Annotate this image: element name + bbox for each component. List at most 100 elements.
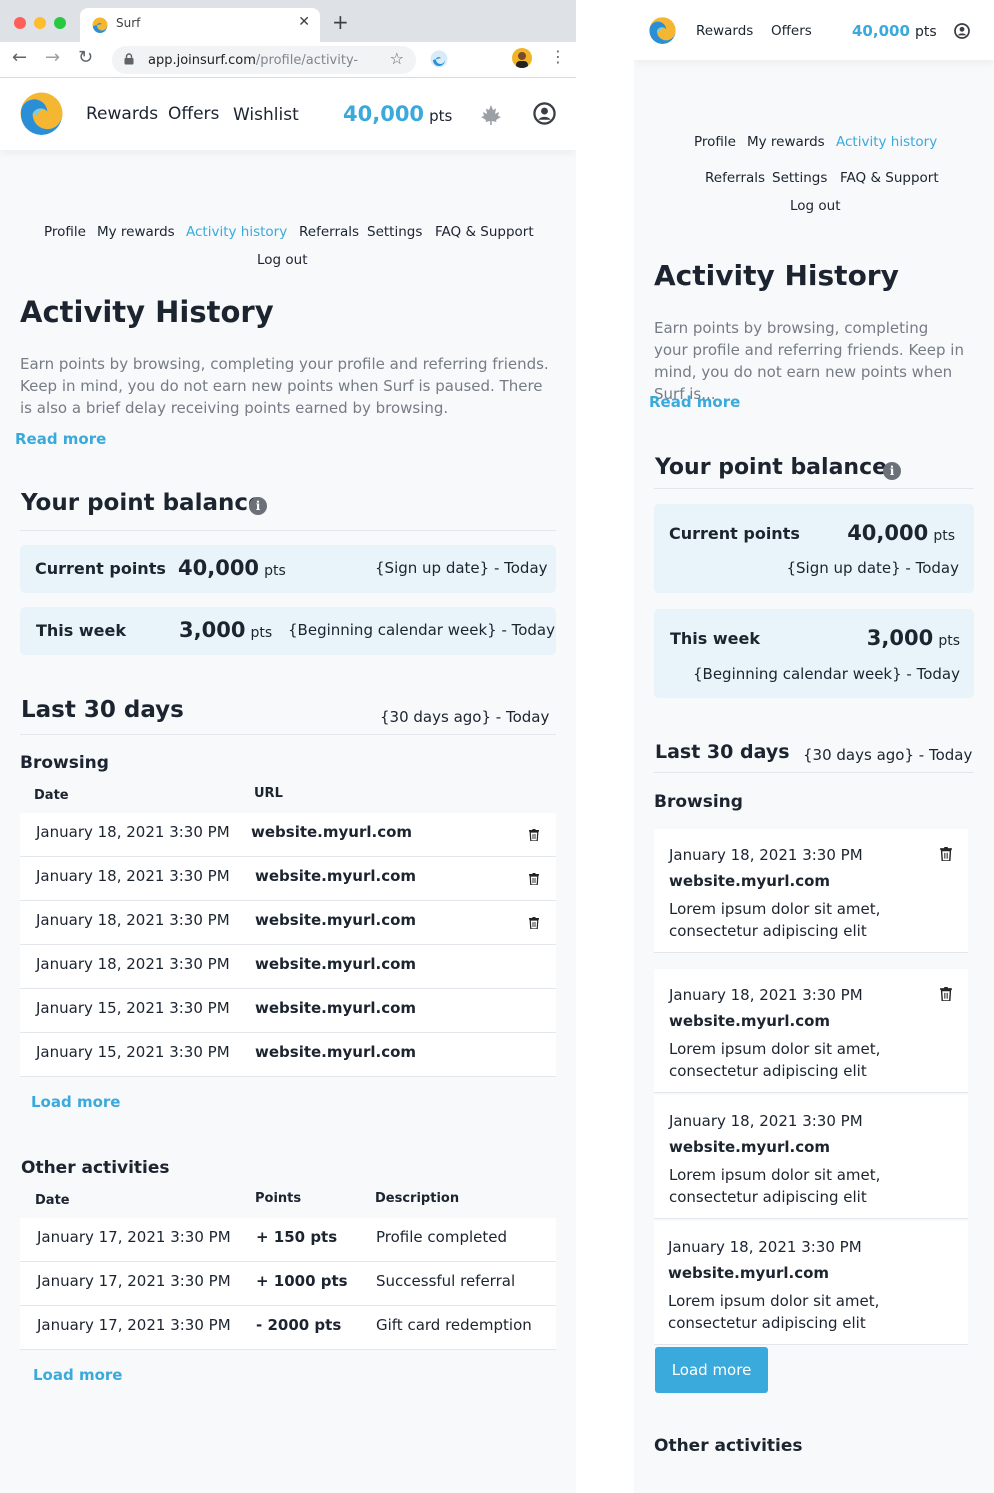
table-row: January 17, 2021 3:30 PM - 2000 pts Gift…: [20, 1306, 556, 1350]
tab-close-icon[interactable]: ✕: [298, 14, 310, 30]
row-url[interactable]: website.myurl.com: [251, 823, 412, 841]
this-week-label: This week: [36, 621, 127, 640]
row-description: Profile completed: [376, 1228, 507, 1246]
delete-icon[interactable]: [940, 987, 952, 1001]
row-description: Successful referral: [376, 1272, 516, 1290]
subnav-my-rewards[interactable]: My rewards: [97, 224, 175, 240]
reload-icon[interactable]: ↻: [78, 47, 93, 68]
mobile-nav-rewards[interactable]: Rewards: [696, 23, 753, 39]
delete-icon[interactable]: [940, 847, 952, 861]
surf-extension-icon[interactable]: [430, 50, 448, 68]
m-info-icon[interactable]: i: [883, 462, 901, 480]
back-icon[interactable]: ←: [12, 47, 27, 68]
m-subnav-my-rewards[interactable]: My rewards: [747, 134, 825, 150]
item-date: January 18, 2021 3:30 PM: [669, 846, 863, 864]
address-bar[interactable]: app.joinsurf.com/profile/activity- ☆: [112, 46, 416, 74]
nav-rewards[interactable]: Rewards: [86, 104, 158, 124]
row-url[interactable]: website.myurl.com: [255, 867, 416, 885]
delete-icon[interactable]: [529, 873, 539, 885]
item-url[interactable]: website.myurl.com: [669, 872, 830, 890]
new-tab-button[interactable]: +: [332, 10, 349, 34]
m-subnav-log-out[interactable]: Log out: [790, 198, 841, 214]
browser-tab[interactable]: Surf ✕: [80, 8, 320, 42]
row-url[interactable]: website.myurl.com: [255, 911, 416, 929]
m-subnav-activity-history[interactable]: Activity history: [836, 134, 937, 150]
header-points-unit: pts: [429, 107, 453, 125]
m-subnav-profile[interactable]: Profile: [694, 134, 736, 150]
window-maximize-button[interactable]: [54, 17, 66, 29]
subnav-faq-support[interactable]: FAQ & Support: [435, 224, 534, 240]
table-row: January 17, 2021 3:30 PM + 1000 pts Succ…: [20, 1262, 556, 1306]
list-item: January 18, 2021 3:30 PM website.myurl.c…: [654, 969, 968, 1093]
surf-logo[interactable]: [20, 92, 63, 135]
m-this-week-label: This week: [670, 629, 761, 648]
browsing-load-more-link[interactable]: Load more: [31, 1093, 120, 1111]
account-icon[interactable]: [533, 102, 556, 125]
m-subnav-settings[interactable]: Settings: [772, 170, 827, 186]
window-minimize-button[interactable]: [34, 17, 46, 29]
tab-title: Surf: [116, 16, 141, 30]
surf-logo[interactable]: [649, 17, 676, 44]
browser-toolbar: ← → ↻ app.joinsurf.com/profile/activity-…: [0, 42, 576, 78]
url-path: /profile/activity-: [255, 53, 359, 68]
row-date: January 15, 2021 3:30 PM: [36, 1043, 230, 1061]
browser-menu-icon[interactable]: ⋮: [550, 47, 566, 66]
m-current-points-number: 40,000: [847, 521, 929, 545]
header-points-value: 40,000: [343, 102, 425, 126]
page-root: Surf ✕ + ← → ↻ app.joinsurf.com/profile/…: [0, 0, 994, 1493]
mobile-header-points[interactable]: 40,000 pts: [852, 21, 937, 40]
page-title: Activity History: [20, 295, 274, 329]
row-url[interactable]: website.myurl.com: [255, 999, 416, 1017]
header-points[interactable]: 40,000 pts: [343, 102, 452, 126]
current-points-range: {Sign up date} - Today: [375, 559, 548, 577]
table-row: January 17, 2021 3:30 PM + 150 pts Profi…: [20, 1218, 556, 1262]
row-url[interactable]: website.myurl.com: [255, 955, 416, 973]
row-date: January 18, 2021 3:30 PM: [36, 867, 230, 885]
browsing-title: Browsing: [20, 753, 109, 773]
m-this-week-number: 3,000: [866, 626, 934, 650]
read-more-link[interactable]: Read more: [15, 430, 106, 448]
mobile-nav-offers[interactable]: Offers: [771, 23, 812, 39]
bookmark-star-icon[interactable]: ☆: [390, 49, 404, 68]
row-url[interactable]: website.myurl.com: [255, 1043, 416, 1061]
table-row: January 18, 2021 3:30 PM website.myurl.c…: [20, 945, 556, 989]
item-date: January 18, 2021 3:30 PM: [669, 986, 863, 1004]
info-icon[interactable]: i: [249, 497, 267, 515]
m-subnav-referrals[interactable]: Referrals: [705, 170, 765, 186]
m-current-points-label: Current points: [669, 524, 800, 543]
m-current-points-range: {Sign up date} - Today: [786, 559, 959, 577]
browser-profile-avatar[interactable]: [512, 48, 532, 68]
other-activities-title: Other activities: [21, 1158, 170, 1178]
m-subnav-faq-support[interactable]: FAQ & Support: [840, 170, 939, 186]
m-read-more-link[interactable]: Read more: [649, 393, 740, 411]
delete-icon[interactable]: [529, 829, 539, 841]
m-load-more-button[interactable]: Load more: [655, 1347, 768, 1393]
site-header: Rewards Offers Wishlist 40,000 pts: [0, 78, 576, 150]
subnav-referrals[interactable]: Referrals: [299, 224, 359, 240]
nav-wishlist[interactable]: Wishlist: [233, 105, 299, 125]
item-url[interactable]: website.myurl.com: [668, 1264, 829, 1282]
item-url[interactable]: website.myurl.com: [669, 1012, 830, 1030]
other-load-more-link[interactable]: Load more: [33, 1366, 122, 1384]
delete-icon[interactable]: [529, 917, 539, 929]
item-date: January 18, 2021 3:30 PM: [669, 1112, 863, 1130]
item-url[interactable]: website.myurl.com: [669, 1138, 830, 1156]
surf-favicon-icon: [92, 17, 108, 33]
account-icon[interactable]: [954, 23, 970, 39]
current-points-unit: pts: [264, 563, 286, 579]
subnav-log-out[interactable]: Log out: [257, 252, 308, 268]
subnav-settings[interactable]: Settings: [367, 224, 422, 240]
page-intro: Earn points by browsing, completing your…: [20, 355, 549, 417]
window-close-button[interactable]: [14, 17, 26, 29]
row-date: January 17, 2021 3:30 PM: [37, 1228, 231, 1246]
m-other-activities-title: Other activities: [654, 1436, 803, 1456]
current-points-number: 40,000: [178, 556, 260, 580]
forward-icon[interactable]: →: [45, 47, 60, 68]
nav-offers[interactable]: Offers: [168, 104, 219, 124]
subnav-activity-history[interactable]: Activity history: [186, 224, 287, 240]
subnav-profile[interactable]: Profile: [44, 224, 86, 240]
mobile-header: Rewards Offers 40,000 pts: [634, 0, 994, 60]
m-this-week-range: {Beginning calendar week} - Today: [692, 665, 960, 683]
maple-leaf-icon[interactable]: [480, 104, 502, 126]
table-row: January 18, 2021 3:30 PM website.myurl.c…: [20, 813, 556, 857]
